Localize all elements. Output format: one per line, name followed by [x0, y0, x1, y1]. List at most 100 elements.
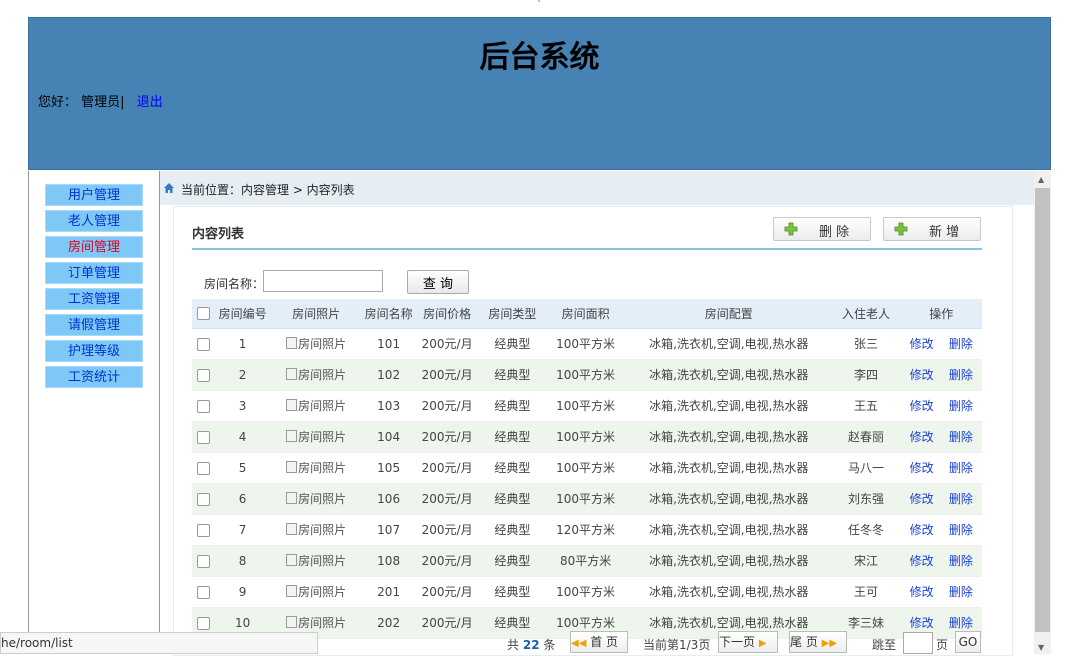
cell-elder: 任冬冬	[831, 514, 901, 546]
cell-price: 200元/月	[414, 514, 480, 546]
cell-name: 106	[362, 483, 415, 515]
cell-price: 200元/月	[414, 328, 480, 360]
sidebar-item[interactable]: 订单管理	[45, 262, 143, 284]
vertical-scrollbar[interactable]: ▲ ▼	[1034, 171, 1051, 654]
edit-link[interactable]: 修改	[910, 492, 934, 506]
delete-link[interactable]: 删除	[949, 461, 973, 475]
delete-link[interactable]: 删除	[949, 399, 973, 413]
title-divider	[192, 248, 982, 250]
cell-elder: 张三	[831, 328, 901, 360]
delete-link[interactable]: 删除	[949, 616, 973, 630]
cell-no: 1	[215, 328, 270, 360]
main-content: 当前位置：内容管理 > 内容列表 内容列表 删 除 新 增 房间名称： 查 询	[160, 171, 1034, 656]
cell-name: 108	[362, 545, 415, 577]
delete-link[interactable]: 删除	[949, 523, 973, 537]
edit-link[interactable]: 修改	[910, 616, 934, 630]
search-label: 房间名称：	[204, 277, 265, 291]
sidebar-item[interactable]: 工资统计	[45, 366, 143, 388]
edit-link[interactable]: 修改	[910, 337, 934, 351]
scroll-down-icon[interactable]: ▼	[1038, 643, 1044, 652]
cell-actions: 修改 删除	[900, 514, 982, 546]
col-header: 房间配置	[626, 299, 832, 329]
row-select-cell	[192, 514, 216, 546]
delete-link[interactable]: 删除	[949, 337, 973, 351]
row-select-cell	[192, 483, 216, 515]
edit-link[interactable]: 修改	[910, 399, 934, 413]
room-name-input[interactable]	[263, 270, 383, 292]
pagination: 共 22 条 ◀◀ 首 页 当前第1/3页 下一页 ▶ 尾 页 ▶▶ 跳至 页 …	[507, 631, 1017, 655]
table-row: 4 房间照片 104 200元/月 经典型 100平方米 冰箱,洗衣机,空调,电视,热水器赵…	[192, 421, 982, 453]
last-page-button[interactable]: 尾 页 ▶▶	[789, 631, 847, 653]
row-checkbox[interactable]	[197, 585, 211, 599]
next-page-button[interactable]: 下一页 ▶	[718, 631, 778, 653]
row-checkbox[interactable]	[197, 616, 211, 630]
cell-config: 冰箱,洗衣机,空调,电视,热水器	[626, 452, 832, 484]
current-user: 管理员|	[81, 95, 125, 110]
delete-link[interactable]: 删除	[949, 430, 973, 444]
row-checkbox[interactable]	[197, 399, 211, 413]
scrollbar-thumb[interactable]	[1035, 188, 1050, 632]
row-checkbox[interactable]	[197, 492, 211, 506]
delete-link[interactable]: 删除	[949, 492, 973, 506]
col-header: 房间面积	[545, 299, 627, 329]
cell-no: 5	[215, 452, 270, 484]
cell-name: 101	[362, 328, 415, 360]
cell-type: 经典型	[479, 328, 546, 360]
table-body: 1 房间照片 101 200元/月 经典型 100平方米 冰箱,洗衣机,空调,电视,热水器张…	[192, 328, 982, 639]
row-checkbox[interactable]	[197, 337, 211, 351]
sidebar-item[interactable]: 请假管理	[45, 314, 143, 336]
row-checkbox[interactable]	[197, 368, 211, 382]
sidebar-menu: 用户管理老人管理房间管理订单管理工资管理请假管理护理等级工资统计	[45, 184, 143, 392]
sidebar-item[interactable]: 工资管理	[45, 288, 143, 310]
sidebar-item[interactable]: 护理等级	[45, 340, 143, 362]
delete-button[interactable]: 删 除	[773, 217, 871, 241]
col-header: 操作	[900, 299, 982, 329]
cell-area: 100平方米	[545, 390, 627, 422]
scroll-up-icon[interactable]: ▲	[1038, 175, 1044, 184]
row-checkbox[interactable]	[197, 523, 211, 537]
edit-link[interactable]: 修改	[910, 523, 934, 537]
first-page-button[interactable]: ◀◀ 首 页	[570, 631, 628, 653]
broken-image-icon: 房间照片	[286, 616, 346, 630]
edit-link[interactable]: 修改	[910, 461, 934, 475]
cell-elder: 马八一	[831, 452, 901, 484]
select-all-checkbox[interactable]	[197, 307, 211, 321]
logout-link[interactable]: 退出	[137, 95, 163, 110]
table-row: 3 房间照片 103 200元/月 经典型 100平方米 冰箱,洗衣机,空调,电视,热水器王…	[192, 390, 982, 422]
row-checkbox[interactable]	[197, 554, 211, 568]
sidebar-item[interactable]: 房间管理	[45, 236, 143, 258]
jump-page-input[interactable]	[903, 632, 933, 654]
cell-actions: 修改 删除	[900, 328, 982, 360]
delete-link[interactable]: 删除	[949, 554, 973, 568]
cell-config: 冰箱,洗衣机,空调,电视,热水器	[626, 390, 832, 422]
cell-no: 6	[215, 483, 270, 515]
sidebar-item[interactable]: 老人管理	[45, 210, 143, 232]
sidebar-item[interactable]: 用户管理	[45, 184, 143, 206]
edit-link[interactable]: 修改	[910, 554, 934, 568]
cell-price: 200元/月	[414, 576, 480, 608]
table-header-row: 房间编号 房间照片 房间名称 房间价格 房间类型 房间面积 房间配置 入住老人 …	[192, 299, 982, 329]
delete-link[interactable]: 删除	[949, 368, 973, 382]
row-checkbox[interactable]	[197, 461, 211, 475]
add-button[interactable]: 新 增	[883, 217, 981, 241]
cell-area: 100平方米	[545, 421, 627, 453]
cell-photo: 房间照片	[269, 514, 363, 546]
row-checkbox[interactable]	[197, 430, 211, 444]
room-table: 房间编号 房间照片 房间名称 房间价格 房间类型 房间面积 房间配置 入住老人 …	[192, 299, 982, 639]
cell-actions: 修改 删除	[900, 359, 982, 391]
row-select-cell	[192, 545, 216, 577]
double-left-arrow-icon: ◀◀	[571, 638, 587, 649]
go-button[interactable]: GO	[955, 631, 981, 653]
broken-image-icon: 房间照片	[286, 554, 346, 568]
edit-link[interactable]: 修改	[910, 585, 934, 599]
add-button-label: 新 增	[929, 225, 960, 240]
search-button[interactable]: 查 询	[407, 270, 469, 294]
home-icon	[164, 183, 174, 193]
cell-name: 107	[362, 514, 415, 546]
cell-type: 经典型	[479, 576, 546, 608]
delete-link[interactable]: 删除	[949, 585, 973, 599]
cell-price: 200元/月	[414, 359, 480, 391]
cell-area: 100平方米	[545, 483, 627, 515]
edit-link[interactable]: 修改	[910, 368, 934, 382]
edit-link[interactable]: 修改	[910, 430, 934, 444]
